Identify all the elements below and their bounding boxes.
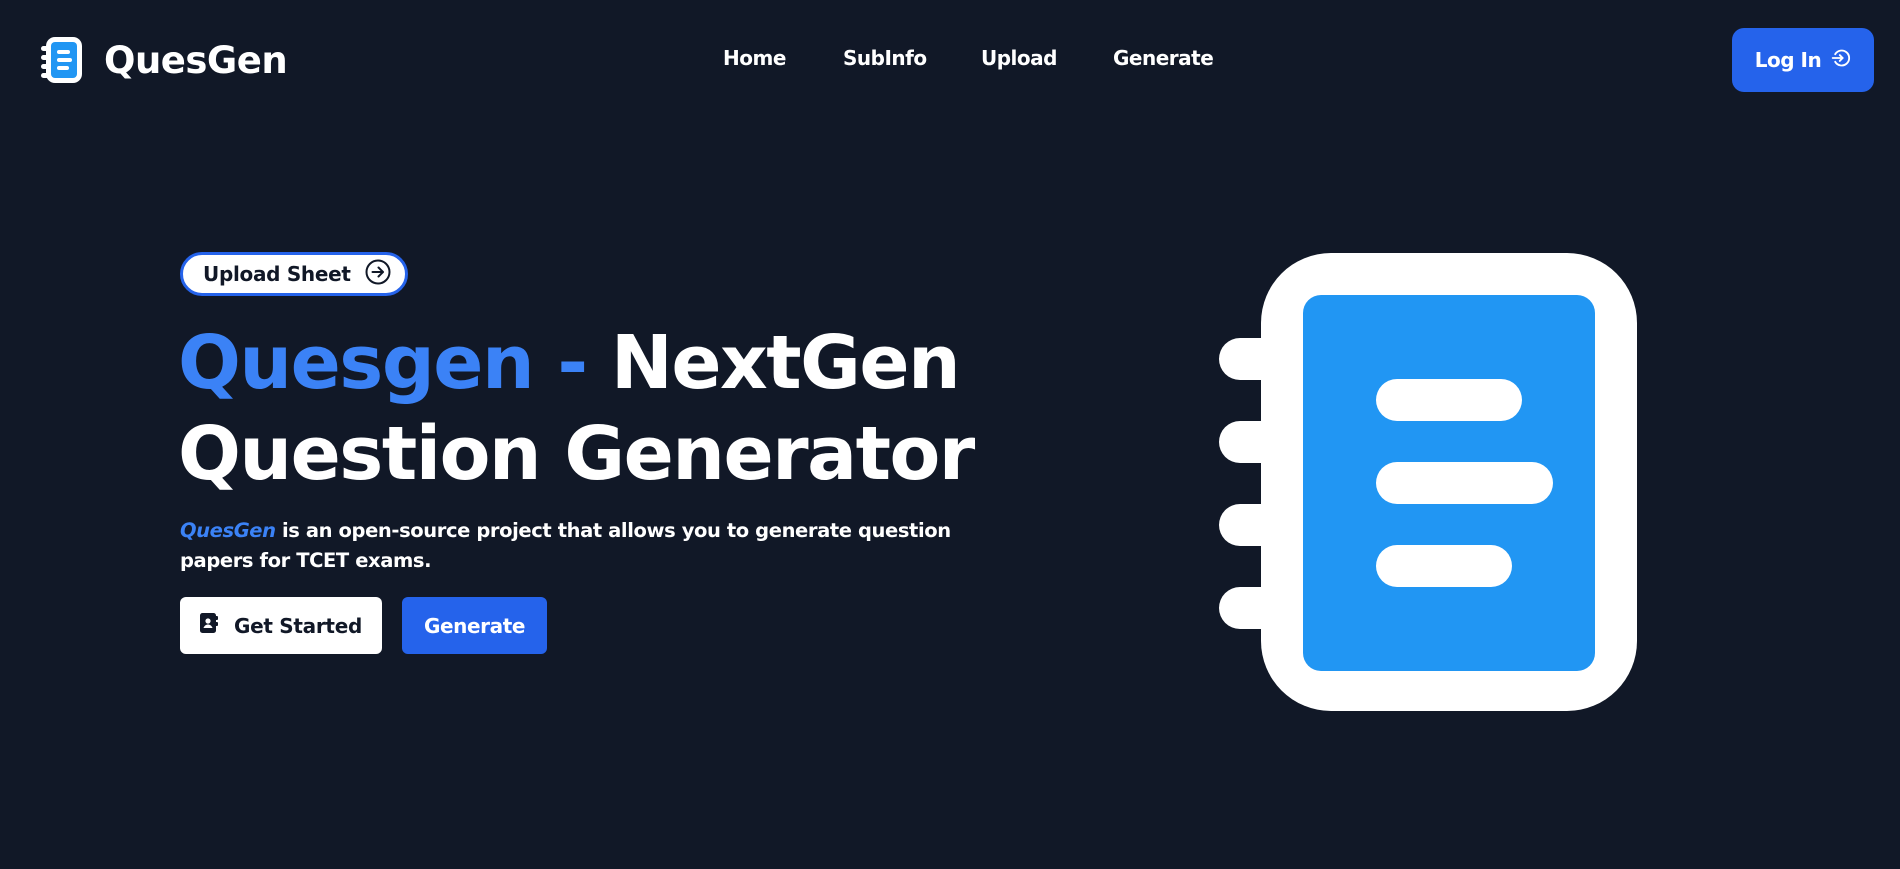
contact-book-icon [200,613,218,638]
page: QuesGen Home SubInfo Upload Generate Log… [0,0,1900,869]
description-brand: QuesGen [180,519,276,542]
nav-generate[interactable]: Generate [1113,46,1214,70]
hero-title-accent: Quesgen - [178,320,588,406]
arrow-right-circle-icon [365,259,391,290]
notebook-icon [1216,252,1638,716]
get-started-button[interactable]: Get Started [180,597,382,654]
hero-title-line2: Question Generator [178,411,975,497]
nav-subinfo[interactable]: SubInfo [843,46,927,70]
notebook-icon [40,36,84,84]
hero-title-rest: NextGen [610,320,961,406]
log-in-icon [1831,48,1851,73]
hero-title: Quesgen - NextGen Question Generator [178,318,975,500]
generate-button[interactable]: Generate [402,597,547,654]
brand-name: QuesGen [104,38,288,82]
login-button[interactable]: Log In [1732,28,1874,92]
nav-upload[interactable]: Upload [981,46,1057,70]
login-button-label: Log In [1754,48,1822,72]
get-started-label: Get Started [234,613,362,638]
nav-home[interactable]: Home [723,46,786,70]
brand-logo-link[interactable]: QuesGen [40,36,288,84]
generate-button-label: Generate [423,613,526,638]
description-text: is an open-source project that allows yo… [180,519,951,572]
pill-label: Upload Sheet [203,262,351,286]
hero-description: QuesGen is an open-source project that a… [180,516,1020,576]
upload-sheet-pill[interactable]: Upload Sheet [180,252,408,296]
